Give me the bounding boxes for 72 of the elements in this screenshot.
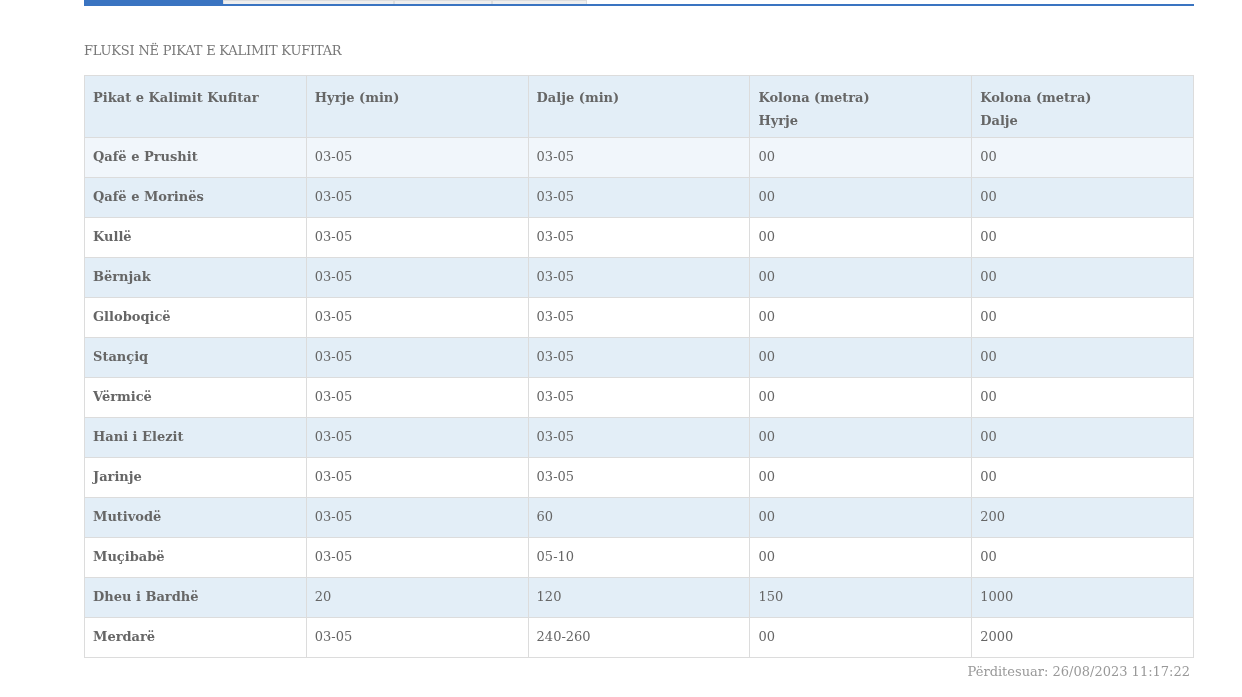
- column-header: Kolona (metra) Hyrje: [749, 75, 972, 137]
- table-cell: 60: [528, 497, 750, 537]
- table-cell: 00: [971, 297, 1194, 337]
- table-cell: 00: [749, 497, 972, 537]
- table-cell: 00: [749, 337, 972, 377]
- table-cell: 00: [971, 377, 1194, 417]
- table-cell: 03-05: [528, 217, 750, 257]
- table-cell: Qafë e Morinës: [84, 177, 307, 217]
- table-cell: 03-05: [306, 337, 529, 377]
- table-cell: Bërnjak: [84, 257, 307, 297]
- table-cell: 00: [749, 257, 972, 297]
- table-cell: 00: [971, 337, 1194, 377]
- column-header: Pikat e Kalimit Kufitar: [84, 75, 307, 137]
- table-cell: 03-05: [528, 377, 750, 417]
- table-cell: Stançiq: [84, 337, 307, 377]
- table-cell: 00: [971, 217, 1194, 257]
- table-cell: 03-05: [306, 217, 529, 257]
- table-cell: 00: [749, 417, 972, 457]
- table-cell: Muçibabë: [84, 537, 307, 577]
- table-cell: Dheu i Bardhë: [84, 577, 307, 617]
- table-cell: Qafë e Prushit: [84, 137, 307, 177]
- table-cell: 03-05: [528, 137, 750, 177]
- table-cell: 03-05: [306, 137, 529, 177]
- table-cell: 20: [306, 577, 529, 617]
- table-cell: 03-05: [528, 337, 750, 377]
- table-cell: 00: [749, 537, 972, 577]
- table-cell: Mutivodë: [84, 497, 307, 537]
- table-cell: 00: [749, 217, 972, 257]
- table-cell: 03-05: [528, 297, 750, 337]
- table-cell: 00: [971, 137, 1194, 177]
- table-cell: 03-05: [306, 497, 529, 537]
- table-cell: 00: [749, 297, 972, 337]
- table-cell: 00: [971, 537, 1194, 577]
- table-cell: 240-260: [528, 617, 750, 657]
- table-cell: Glloboqicë: [84, 297, 307, 337]
- updated-timestamp: Përditesuar: 26/08/2023 11:17:22: [967, 663, 1190, 679]
- table-cell: 03-05: [306, 457, 529, 497]
- column-header: Dalje (min): [528, 75, 750, 137]
- table-cell: 150: [749, 577, 972, 617]
- table-cell: 03-05: [306, 617, 529, 657]
- table-cell: 03-05: [528, 457, 750, 497]
- table-cell: 00: [749, 377, 972, 417]
- table-cell: 03-05: [306, 537, 529, 577]
- table-cell: 00: [749, 177, 972, 217]
- table-cell: 03-05: [306, 377, 529, 417]
- column-header: Hyrje (min): [306, 75, 529, 137]
- table-cell: 1000: [971, 577, 1194, 617]
- table-cell: 03-05: [306, 177, 529, 217]
- table-cell: Merdarë: [84, 617, 307, 657]
- table-cell: 200: [971, 497, 1194, 537]
- table-cell: 03-05: [306, 297, 529, 337]
- table-cell: 00: [749, 457, 972, 497]
- table-cell: Jarinje: [84, 457, 307, 497]
- table-cell: 03-05: [306, 417, 529, 457]
- table-cell: 00: [749, 137, 972, 177]
- table-cell: Vërmicë: [84, 377, 307, 417]
- table-cell: 120: [528, 577, 750, 617]
- table-cell: Hani i Elezit: [84, 417, 307, 457]
- table-cell: 03-05: [306, 257, 529, 297]
- table-cell: 00: [971, 257, 1194, 297]
- table-cell: 00: [971, 417, 1194, 457]
- table-cell: 00: [971, 457, 1194, 497]
- table-cell: 00: [971, 177, 1194, 217]
- column-header: Kolona (metra) Dalje: [971, 75, 1194, 137]
- table-cell: 05-10: [528, 537, 750, 577]
- table-cell: 03-05: [528, 257, 750, 297]
- section-title: FLUKSI NË PIKAT E KALIMIT KUFITAR: [84, 42, 343, 60]
- table-cell: Kullë: [84, 217, 307, 257]
- table-cell: 03-05: [528, 417, 750, 457]
- table-cell: 03-05: [528, 177, 750, 217]
- table-cell: 2000: [971, 617, 1194, 657]
- table-cell: 00: [749, 617, 972, 657]
